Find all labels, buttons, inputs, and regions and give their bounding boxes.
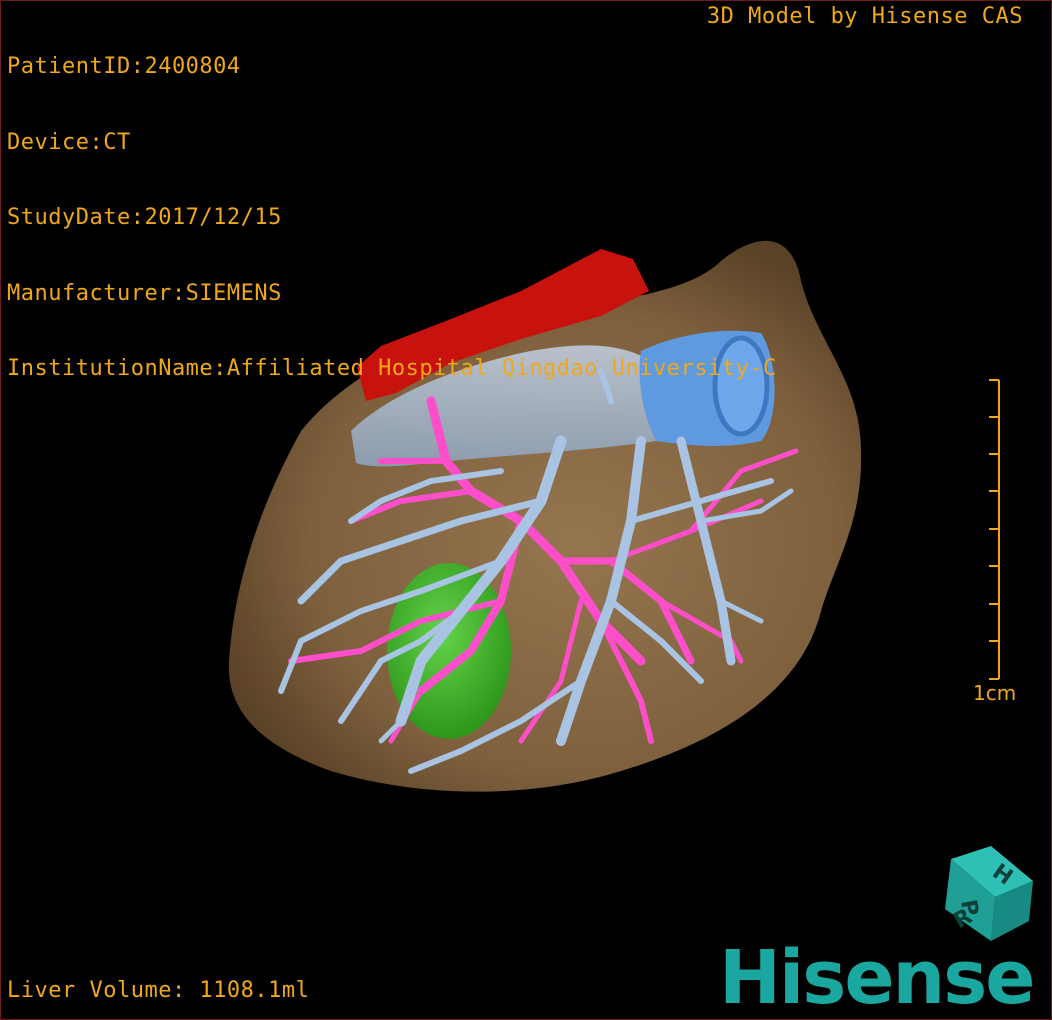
- dicom-info-overlay: PatientID:2400804 Device:CT StudyDate:20…: [7, 4, 777, 432]
- orientation-cube[interactable]: H P R: [945, 846, 1033, 941]
- scale-bar-label: 1cm: [973, 681, 1017, 705]
- scale-bar: [989, 379, 1000, 680]
- model-credit-text: 3D Model by Hisense CAS: [706, 4, 1023, 29]
- hisense-logo: Hisense: [719, 935, 1035, 1020]
- institution-text: InstitutionName:Affiliated Hospital Qing…: [7, 356, 777, 381]
- manufacturer-text: Manufacturer:SIEMENS: [7, 280, 282, 306]
- device-text: Device:CT: [7, 129, 131, 155]
- study-date-text: StudyDate:2017/12/15: [7, 205, 282, 230]
- patient-id-text: PatientID:2400804: [7, 54, 241, 79]
- render-viewport[interactable]: H P R PatientID:2400804 Device:CT StudyD…: [0, 0, 1052, 1020]
- liver-volume-text: Liver Volume: 1108.1ml: [7, 978, 310, 1003]
